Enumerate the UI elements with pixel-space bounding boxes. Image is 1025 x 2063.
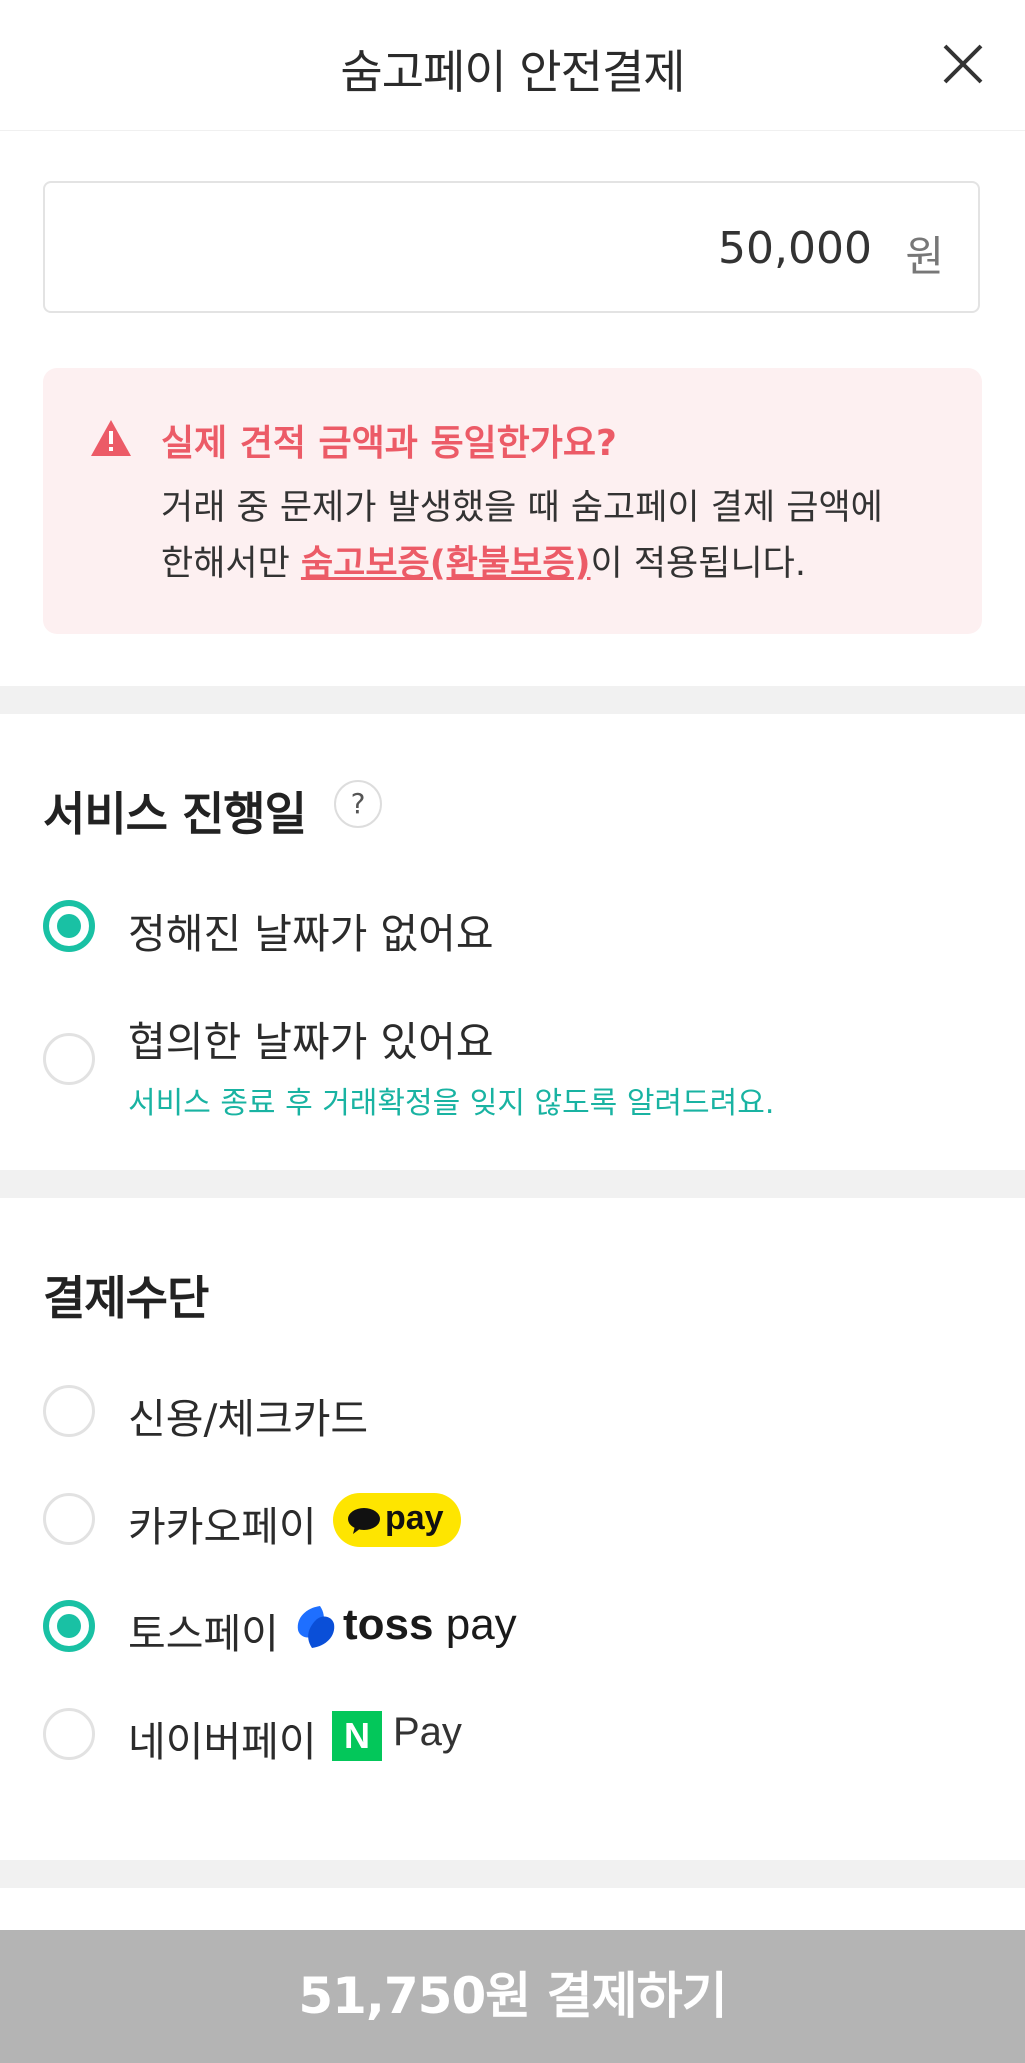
radio-tosspay[interactable] — [43, 1600, 95, 1652]
radio-credit-card[interactable] — [43, 1385, 95, 1437]
payment-credit-card-label: 신용/체크카드 — [128, 1395, 369, 1443]
payment-method-title: 결제수단 — [43, 1271, 209, 1325]
option-no-fixed-date-label: 정해진 날짜가 없어요 — [128, 910, 494, 958]
kakaopay-logo-text: pay — [385, 1499, 444, 1537]
speech-bubble-icon — [348, 1508, 380, 1534]
tosspay-logo-text: toss pay — [343, 1600, 517, 1650]
warning-notice: 실제 견적 금액과 동일한가요? 거래 중 문제가 발생했을 때 숨고페이 결제… — [43, 368, 982, 634]
section-divider — [0, 686, 1025, 714]
radio-agreed-date[interactable] — [43, 1033, 95, 1085]
service-date-title: 서비스 진행일 — [43, 787, 307, 841]
warning-triangle-icon — [91, 420, 131, 456]
warning-body-prefix: 한해서만 — [161, 544, 301, 584]
kakaopay-logo: pay — [333, 1493, 461, 1547]
naverpay-logo-text: Pay — [393, 1710, 462, 1754]
section-divider — [0, 1860, 1025, 1888]
close-icon[interactable] — [939, 40, 987, 88]
warning-body: 거래 중 문제가 발생했을 때 숨고페이 결제 금액에 한해서만 숨고보증(환불… — [161, 480, 961, 592]
warning-body-line1: 거래 중 문제가 발생했을 때 숨고페이 결제 금액에 — [161, 488, 883, 528]
amount-input[interactable]: 50,000 원 — [43, 181, 980, 313]
payment-tosspay-label: 토스페이 — [128, 1610, 279, 1658]
payment-kakaopay-label: 카카오페이 — [128, 1503, 317, 1551]
option-agreed-date-hint: 서비스 종료 후 거래확정을 잊지 않도록 알려드려요. — [128, 1086, 775, 1121]
radio-naverpay[interactable] — [43, 1708, 95, 1760]
naverpay-n-logo: N — [332, 1711, 382, 1761]
payment-naverpay-label: 네이버페이 — [128, 1718, 317, 1766]
amount-unit: 원 — [905, 232, 944, 281]
help-icon[interactable]: ? — [334, 780, 382, 828]
warning-title: 실제 견적 금액과 동일한가요? — [161, 423, 617, 464]
option-agreed-date-label: 협의한 날짜가 있어요 — [128, 1018, 494, 1066]
section-divider — [0, 1170, 1025, 1198]
refund-guarantee-link[interactable]: 숨고보증(환불보증) — [301, 544, 591, 584]
tosspay-logo-light: pay — [445, 1600, 517, 1649]
amount-value: 50,000 — [718, 223, 872, 274]
top-bar: 숨고페이 안전결제 — [0, 0, 1025, 130]
page-title: 숨고페이 안전결제 — [340, 45, 685, 99]
tosspay-logo-bold: toss — [343, 1600, 434, 1649]
warning-body-suffix: 이 적용됩니다. — [590, 544, 806, 584]
radio-no-fixed-date[interactable] — [43, 900, 95, 952]
pay-button[interactable]: 51,750원 결제하기 — [0, 1930, 1025, 2063]
radio-kakaopay[interactable] — [43, 1493, 95, 1545]
tosspay-logo-icon — [297, 1606, 335, 1648]
